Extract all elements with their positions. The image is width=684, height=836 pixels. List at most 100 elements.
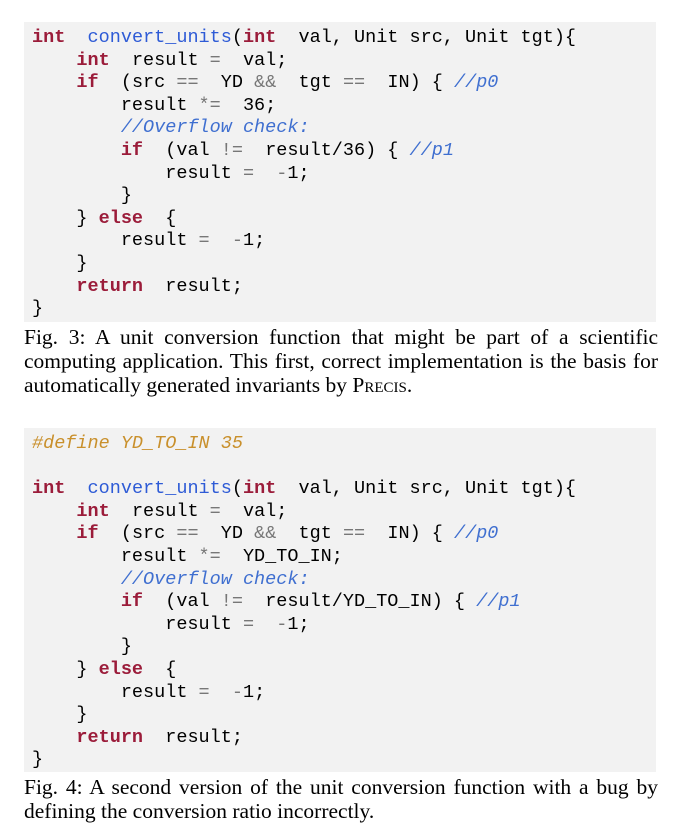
code-token: } [32, 207, 99, 229]
code-token-keyword: int [242, 478, 277, 500]
code-token-function-name: convert_units [87, 27, 232, 48]
code-token: result [32, 613, 243, 635]
code-token: } [32, 185, 132, 207]
code-token: } [32, 704, 88, 726]
code-token: ( [231, 27, 243, 48]
code-line: result *= 36; [32, 95, 276, 117]
code-token-comment: //p1 [409, 140, 454, 161]
code-token-function-name: convert_units [87, 478, 232, 500]
code-token: result/YD_TO_IN) { [242, 591, 477, 613]
code-token-operator: == [342, 72, 366, 94]
code-token: tgt [276, 523, 343, 545]
code-token-keyword: int [32, 478, 66, 500]
code-token: YD_TO_IN; [220, 546, 343, 567]
code-token-keyword: if [76, 72, 99, 94]
code-token-comment: //p0 [453, 523, 499, 545]
code-token: val; [220, 49, 288, 71]
code-line: result = -1; [32, 613, 310, 636]
code-token-operator: = [198, 681, 210, 703]
code-line: } [32, 298, 43, 320]
code-token: result/36) { [242, 140, 410, 161]
code-line: if (src == YD && tgt == IN) { //p0 [32, 523, 498, 545]
code-token-operator: == [176, 72, 199, 94]
code-token-keyword: if [120, 591, 144, 613]
tool-name-precis: Precis [352, 373, 407, 397]
code-token: result [109, 49, 210, 71]
code-token: { [143, 207, 177, 229]
code-token: result [32, 162, 243, 184]
code-token-operator: != [220, 591, 243, 613]
code-token-keyword: if [76, 523, 99, 545]
code-token: 1; [242, 681, 266, 703]
code-token-operator: = [242, 613, 255, 635]
code-token: tgt [276, 72, 343, 94]
code-token-operator: = [209, 49, 221, 71]
code-line: } [32, 749, 43, 771]
code-line: if (src == YD && tgt == IN) { //p0 [32, 72, 498, 94]
code-token: ( [231, 478, 243, 500]
code-token-keyword: else [98, 659, 144, 680]
code-token: 36; [220, 94, 277, 116]
code-token: } [32, 659, 99, 680]
code-token-keyword: int [76, 49, 110, 71]
code-token-operator: == [176, 523, 199, 545]
code-line: } [32, 704, 88, 726]
code-line: int convert_units(int val, Unit src, Uni… [32, 478, 576, 500]
code-token-operator: - [231, 230, 243, 252]
code-token: (src [98, 72, 177, 94]
code-token-operator: != [220, 140, 243, 161]
code-token-operator: *= [198, 546, 221, 567]
code-line: int convert_units(int val, Unit src, Uni… [32, 27, 576, 49]
code-token-comment: //p1 [476, 591, 521, 613]
code-token: } [32, 636, 132, 658]
code-line: #define YD_TO_IN 35 [32, 433, 243, 455]
code-line: } else { [32, 659, 176, 681]
code-line: if (val != result/36) { //p1 [32, 140, 454, 162]
code-token: val, Unit src, Unit tgt){ [276, 478, 577, 500]
code-token: result [109, 500, 210, 522]
code-token: result; [143, 726, 243, 748]
code-token: 1; [242, 230, 266, 252]
code-token-keyword: if [120, 140, 144, 161]
code-token: result [32, 230, 199, 252]
figure-4-caption: Fig. 4: A second version of the unit con… [24, 775, 658, 823]
code-line: result = -1; [32, 230, 265, 252]
code-line: int result = val; [32, 501, 287, 523]
figure-3-caption: Fig. 3: A unit conversion function that … [24, 325, 658, 397]
figure-3-caption-end: . [406, 373, 413, 397]
code-token: result; [143, 275, 243, 297]
code-line: } [32, 253, 87, 275]
code-token-keyword: return [76, 275, 144, 297]
code-token: IN) { [365, 523, 454, 545]
code-token-keyword: else [98, 207, 144, 229]
code-token-keyword: return [76, 726, 144, 748]
code-line: result = -1; [32, 682, 265, 704]
code-token: result [32, 94, 199, 116]
code-token: 1; [287, 162, 310, 184]
code-token-operator: - [276, 613, 288, 635]
code-token: } [32, 749, 44, 771]
code-token-operator: == [342, 523, 366, 545]
code-token: result [32, 546, 199, 567]
figure-4-code-listing: #define YD_TO_IN 35 int convert_units(int… [24, 428, 656, 772]
code-token-preprocessor: #define YD_TO_IN 35 [32, 433, 243, 454]
code-token: (val [143, 591, 221, 613]
code-token: { [143, 659, 177, 680]
code-token: val, Unit src, Unit tgt){ [276, 27, 577, 48]
code-line: int result = val; [32, 50, 287, 72]
code-token: 1; [287, 613, 310, 635]
code-token: (val [143, 140, 221, 161]
code-token-operator: - [231, 681, 243, 703]
code-line: //Overflow check: [32, 569, 310, 591]
code-token: IN) { [365, 72, 454, 94]
